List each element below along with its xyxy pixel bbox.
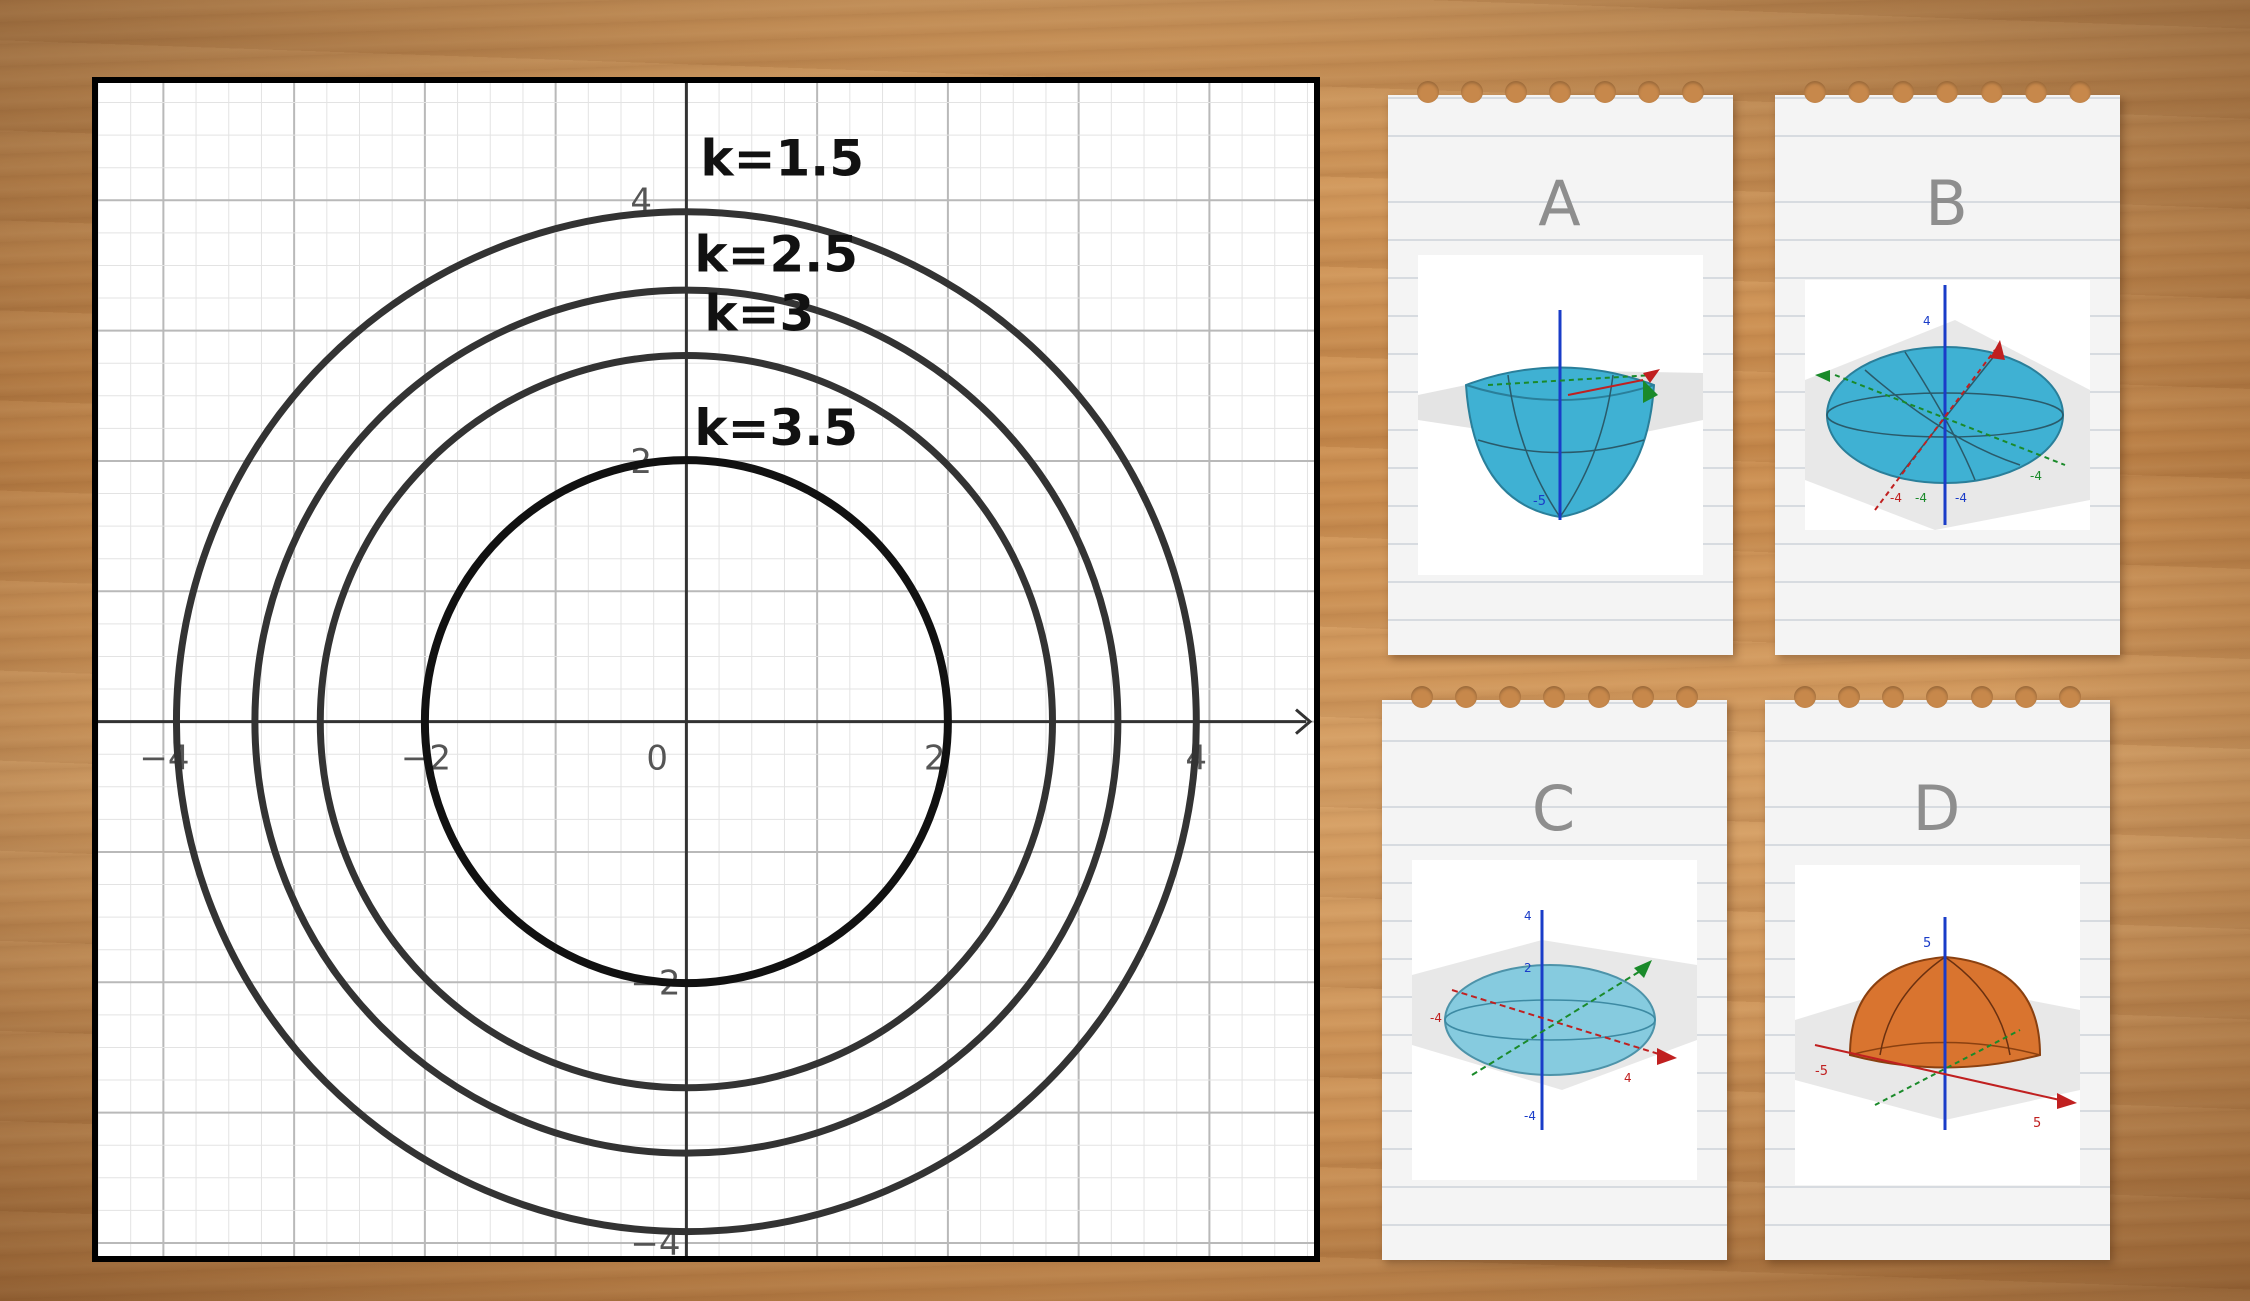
axis-label-c-3: -4 [1430,1011,1442,1025]
axis-label-b-1: -4 [1890,491,1902,505]
card-letter: C [1531,772,1578,845]
torn-holes [1388,81,1733,111]
axis-label-a-0: -5 [1533,494,1546,509]
axis-label-d-1: -5 [1815,1064,1828,1079]
hemisphere-upper-image: 5 -5 5 [1795,917,2080,1131]
flat-ellipsoid-image: 4 2 -4 -4 4 [1412,909,1697,1130]
card-a[interactable]: A -5 [1388,81,1733,655]
card-b[interactable]: B 4 -4 -4 -4 -4 [1775,81,2120,655]
ellipsoid-image: 4 -4 -4 -4 -4 [1805,285,2090,530]
contour-graph-panel: −4 −2 0 2 4 4 2 −2 −4 k=1.5 k=2.5 k=3 k=3.5 [92,77,1320,1262]
x-tick-label: 0 [646,739,668,779]
axis-label-d-2: 5 [2033,1116,2041,1131]
axis-label-b-3: -4 [1955,491,1967,505]
axis-label-b-0: 4 [1923,314,1931,328]
axis-label-c-2: -4 [1524,1109,1536,1123]
card-letter: D [1912,772,1963,845]
card-letter: A [1538,167,1583,240]
hemi-ellipsoid-lower-image: -5 [1418,310,1703,520]
level-curve-label: k=3 [704,285,814,343]
level-curve-label: k=3.5 [694,399,858,457]
level-curve-label: k=1.5 [700,129,864,187]
axis-label-b-2: -4 [1915,491,1927,505]
surface-thumbnail-b: 4 -4 -4 -4 -4 [1805,280,2090,530]
axis-label-c-4: 4 [1624,1071,1632,1085]
card-c[interactable]: C 4 2 -4 -4 4 [1382,686,1727,1260]
surface-thumbnail-d: 5 -5 5 [1795,865,2080,1185]
torn-holes [1765,686,2110,716]
surface-thumbnail-c: 4 2 -4 -4 4 [1412,860,1697,1180]
axis-label-c-0: 4 [1524,909,1532,923]
axis-label-d-0: 5 [1923,936,1931,951]
card-d[interactable]: D 5 -5 5 [1765,686,2110,1260]
contour-graph: −4 −2 0 2 442−2−4k=1.5k=2.5k=3k=3.5 [98,83,1314,1256]
surface-thumbnail-a: -5 [1418,255,1703,575]
level-curve-label: k=2.5 [694,226,858,284]
card-letter: B [1925,167,1970,240]
axis-label-c-1: 2 [1524,961,1532,975]
torn-holes [1382,686,1727,716]
axis-label-b-4: -4 [2030,469,2042,483]
torn-holes [1775,81,2120,111]
